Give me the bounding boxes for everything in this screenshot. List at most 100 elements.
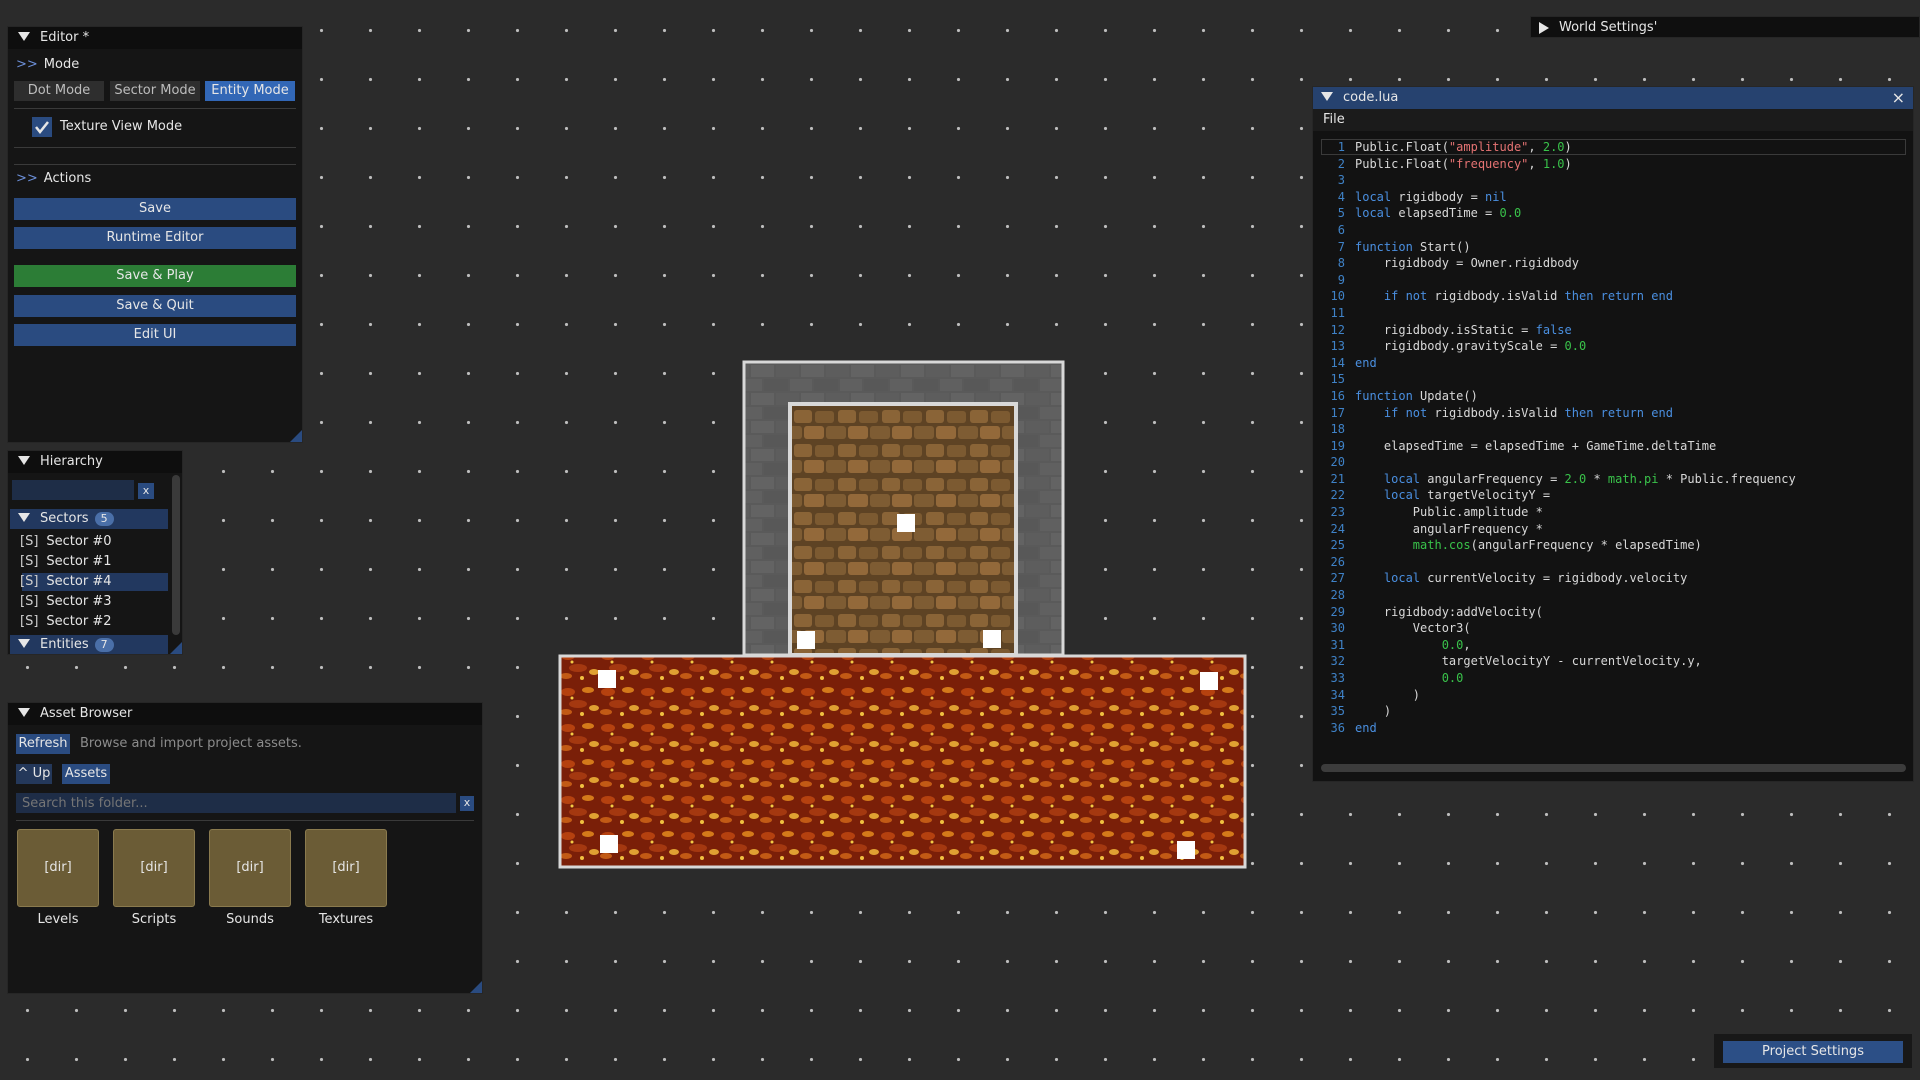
breadcrumb-assets[interactable]: Assets [62,764,110,784]
code-line[interactable]: 11 [1319,305,1909,322]
code-line[interactable]: 17 if not rigidbody.isValid then return … [1319,405,1909,422]
code-line[interactable]: 18 [1319,421,1909,438]
line-number: 15 [1330,372,1345,387]
file-menu[interactable]: File [1323,112,1345,127]
actions-section-header[interactable]: >> Actions [16,168,91,190]
collapse-triangle-icon[interactable] [18,456,30,465]
code-line[interactable]: 35 ) [1319,703,1909,720]
sector-mode-button[interactable]: Sector Mode [110,81,200,101]
code-line[interactable]: 8 rigidbody = Owner.rigidbody [1319,255,1909,272]
sector-lava[interactable] [558,654,1247,869]
project-settings-button[interactable]: Project Settings [1723,1041,1903,1063]
asset-browser-header[interactable]: Asset Browser [8,703,482,725]
code-line[interactable]: 28 [1319,587,1909,604]
folder-tile-textures[interactable]: [dir] [305,829,387,907]
code-horizontal-scrollbar[interactable] [1321,764,1906,772]
entity-handle[interactable] [600,835,618,853]
code-line[interactable]: 29 rigidbody:addVelocity( [1319,604,1909,621]
hierarchy-panel-header[interactable]: Hierarchy [8,451,182,473]
code-editor-titlebar[interactable]: code.lua × [1313,87,1913,109]
mode-section-header[interactable]: >> Mode [16,54,79,76]
code-line[interactable]: 1 Public.Float("amplitude", 2.0) [1319,139,1909,156]
code-line[interactable]: 23 Public.amplitude * [1319,504,1909,521]
save-and-quit-button[interactable]: Save & Quit [14,295,296,317]
code-line[interactable]: 22 local targetVelocityY = [1319,487,1909,504]
code-line[interactable]: 12 rigidbody.isStatic = false [1319,322,1909,339]
code-line[interactable]: 20 [1319,454,1909,471]
code-line[interactable]: 30 Vector3( [1319,620,1909,637]
sector-item[interactable]: [S] Sector #1 [20,553,112,571]
code-line[interactable]: 24 angularFrequency * [1319,521,1909,538]
code-line[interactable]: 34 ) [1319,687,1909,704]
code-line[interactable]: 7 function Start() [1319,239,1909,256]
entity-mode-button[interactable]: Entity Mode [205,81,295,101]
resize-grip-icon[interactable] [470,981,482,993]
code-token: if not [1383,289,1428,304]
hierarchy-scrollbar[interactable] [172,475,180,635]
folder-tile-levels[interactable]: [dir] [17,829,99,907]
asset-search-clear-button[interactable]: x [460,796,474,811]
code-line[interactable]: 16 function Update() [1319,388,1909,405]
sectors-group-header[interactable]: Sectors 5 [10,509,168,529]
code-line[interactable]: 36 end [1319,720,1909,737]
line-number: 16 [1330,388,1345,403]
asset-search-input[interactable] [16,793,456,813]
save-and-play-button[interactable]: Save & Play [14,265,296,287]
refresh-button[interactable]: Refresh [16,734,70,754]
code-line[interactable]: 31 0.0, [1319,637,1909,654]
code-text-area[interactable]: 1 Public.Float("amplitude", 2.0) 2 Public.F… [1319,139,1909,736]
code-token: Public.Float( [1355,156,1449,171]
code-line[interactable]: 32 targetVelocityY - currentVelocity.y, [1319,653,1909,670]
up-button[interactable]: ^ Up [16,764,52,784]
sector-item[interactable]: [S] Sector #3 [20,593,112,611]
sector-item-selected[interactable]: [S] Sector #4 [20,573,168,591]
entity-handle[interactable] [598,670,616,688]
entity-handle[interactable] [1200,672,1218,690]
collapse-triangle-icon[interactable] [1321,92,1333,101]
collapse-triangle-icon[interactable] [18,708,30,717]
edit-ui-button[interactable]: Edit UI [14,324,296,346]
entity-handle[interactable] [1177,841,1195,859]
entities-group-header[interactable]: Entities 7 [10,635,168,654]
close-icon[interactable]: × [1892,87,1905,109]
line-number: 30 [1330,621,1345,636]
code-line[interactable]: 14 end [1319,355,1909,372]
code-line[interactable]: 10 if not rigidbody.isValid then return … [1319,288,1909,305]
resize-grip-icon[interactable] [290,430,302,442]
sector-item[interactable]: [S] Sector #0 [20,533,112,551]
code-line[interactable]: 5 local elapsedTime = 0.0 [1319,205,1909,222]
code-line[interactable]: 21 local angularFrequency = 2.0 * math.p… [1319,471,1909,488]
code-line[interactable]: 13 rigidbody.gravityScale = 0.0 [1319,338,1909,355]
panel-title: Editor * [40,30,90,45]
texture-view-checkbox[interactable] [32,117,52,137]
code-line[interactable]: 2 Public.Float("frequency", 1.0) [1319,156,1909,173]
editor-panel-header[interactable]: Editor * [8,27,302,49]
hierarchy-search-input[interactable] [12,480,134,500]
entity-handle[interactable] [797,631,815,649]
folder-tile-scripts[interactable]: [dir] [113,829,195,907]
save-button[interactable]: Save [14,198,296,220]
dot-mode-button[interactable]: Dot Mode [14,81,104,101]
sector-item[interactable]: [S] Sector #2 [20,613,112,631]
code-line[interactable]: 3 [1319,172,1909,189]
entity-handle[interactable] [983,630,1001,648]
entity-handle[interactable] [897,514,915,532]
hierarchy-clear-button[interactable]: x [138,483,154,499]
code-line[interactable]: 15 [1319,371,1909,388]
code-line[interactable]: 33 0.0 [1319,670,1909,687]
world-settings-header[interactable]: World Settings' [1531,17,1919,39]
code-line[interactable]: 25 math.cos(angularFrequency * elapsedTi… [1319,537,1909,554]
code-line[interactable]: 27 local currentVelocity = rigidbody.vel… [1319,570,1909,587]
code-line[interactable]: 19 elapsedTime = elapsedTime + GameTime.… [1319,438,1909,455]
code-line[interactable]: 9 [1319,272,1909,289]
collapse-triangle-icon[interactable] [18,32,30,41]
resize-grip-icon[interactable] [170,642,182,654]
code-line[interactable]: 26 [1319,554,1909,571]
code-line[interactable]: 6 [1319,222,1909,239]
runtime-editor-button[interactable]: Runtime Editor [14,227,296,249]
expand-triangle-icon[interactable] [1539,21,1549,34]
code-line[interactable]: 4 local rigidbody = nil [1319,189,1909,206]
folder-tile-sounds[interactable]: [dir] [209,829,291,907]
